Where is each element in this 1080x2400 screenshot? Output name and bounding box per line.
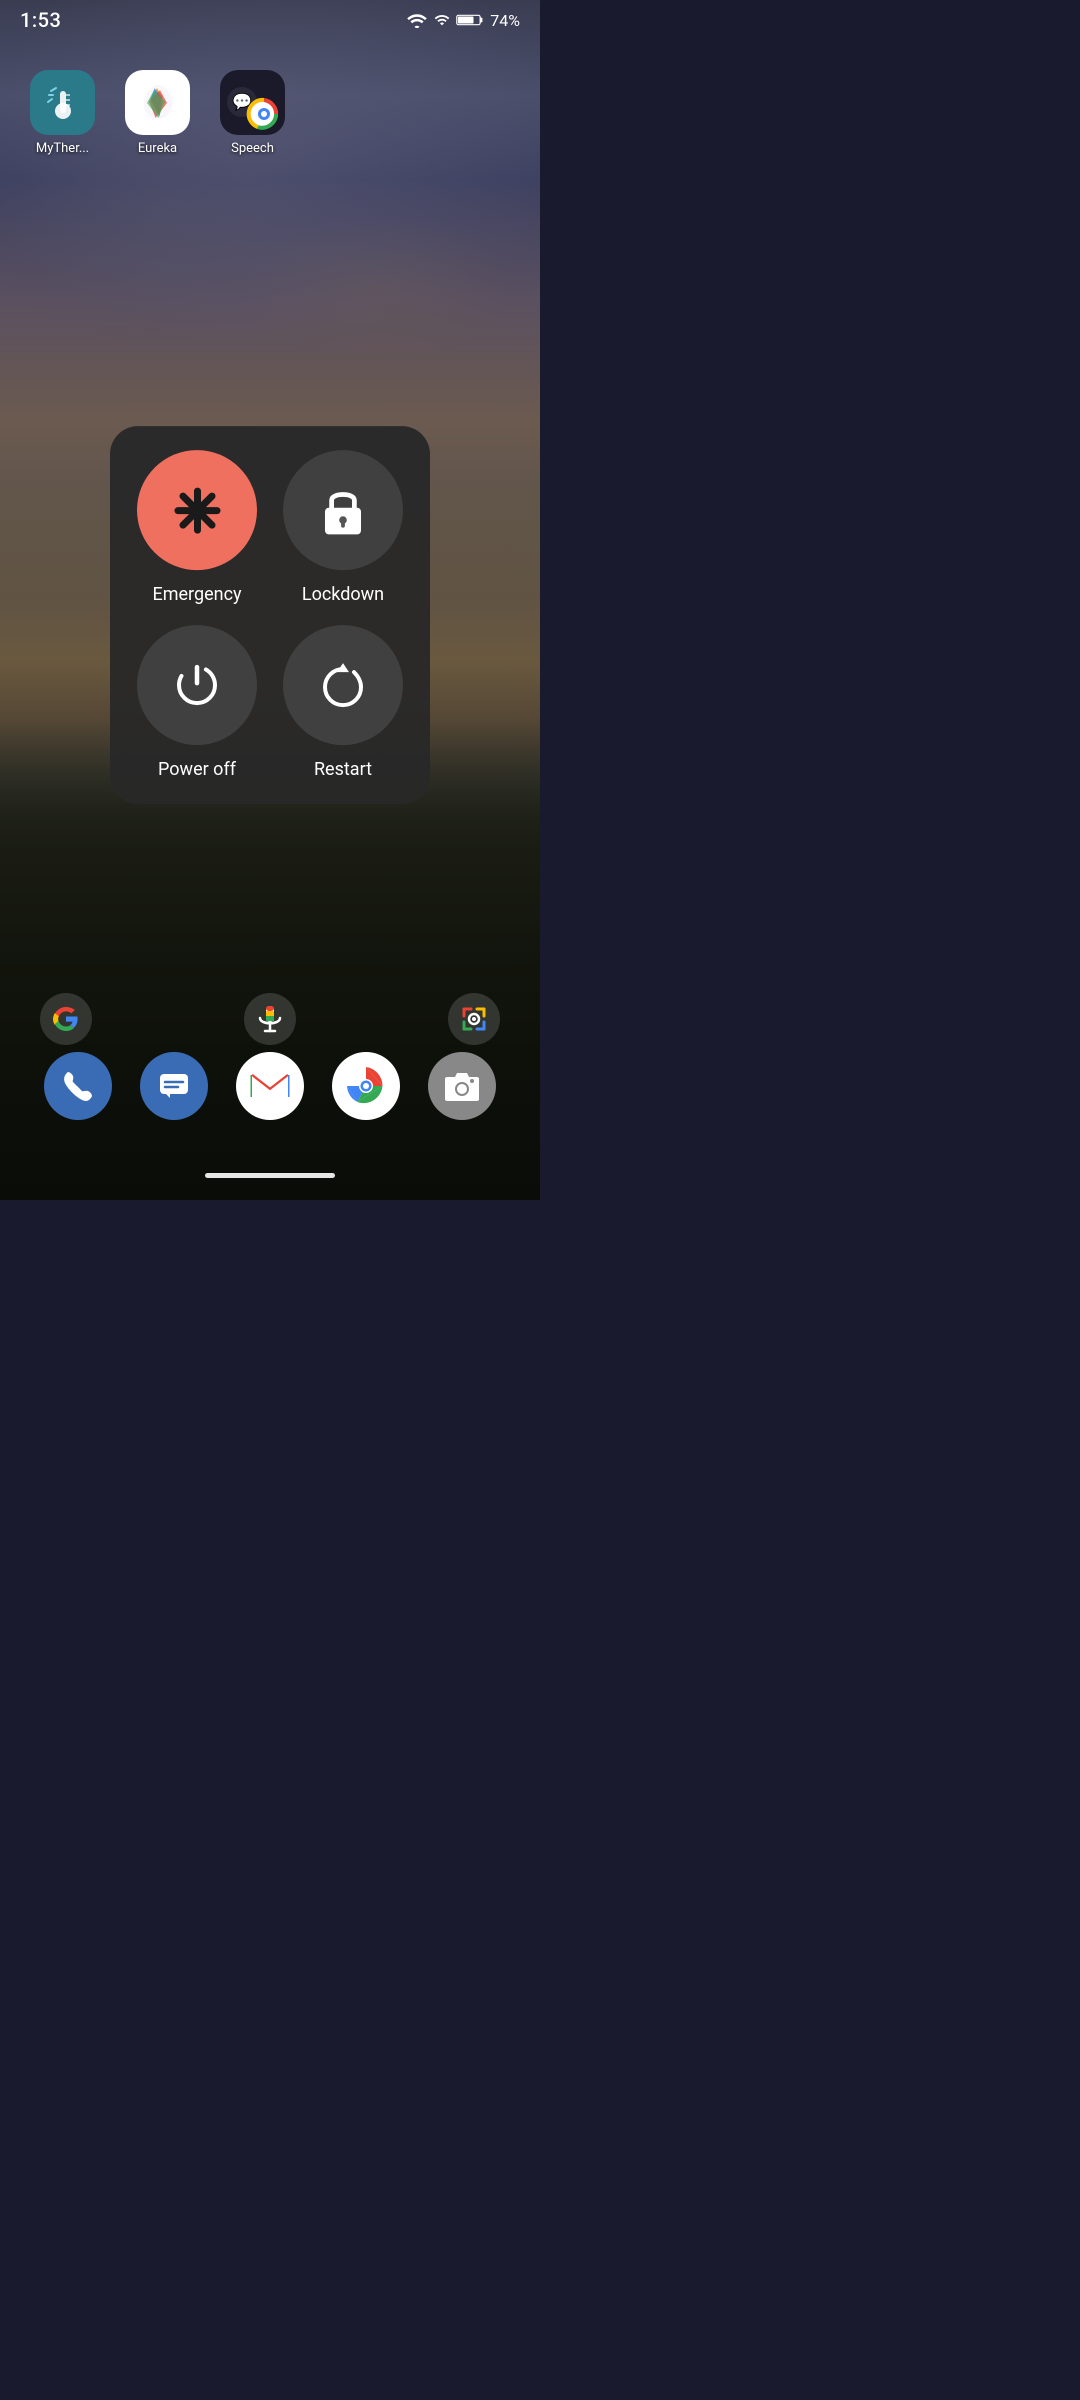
app-icon-eureka[interactable] bbox=[125, 70, 190, 135]
lens-icon bbox=[459, 1004, 489, 1034]
lockdown-button[interactable]: Lockdown bbox=[280, 450, 406, 605]
poweroff-label: Power off bbox=[158, 759, 236, 780]
mytherm-icon-svg bbox=[43, 83, 83, 123]
phone-icon bbox=[60, 1068, 96, 1104]
speech-icon-svg: 💬 bbox=[220, 70, 285, 135]
google-mic-button[interactable] bbox=[244, 993, 296, 1045]
app-icon-mytherm[interactable] bbox=[30, 70, 95, 135]
emergency-label: Emergency bbox=[152, 584, 241, 605]
app-label-mytherm: MyTher... bbox=[36, 141, 89, 156]
dock bbox=[0, 1052, 540, 1120]
lock-icon bbox=[318, 483, 368, 538]
search-bar-area bbox=[0, 993, 540, 1045]
wifi-icon bbox=[406, 12, 428, 28]
app-mytherm[interactable]: MyTher... bbox=[30, 70, 95, 156]
dock-gmail-button[interactable] bbox=[236, 1052, 304, 1120]
app-eureka[interactable]: Eureka bbox=[125, 70, 190, 156]
eureka-icon-svg bbox=[135, 80, 180, 125]
poweroff-circle[interactable] bbox=[137, 625, 257, 745]
emergency-button[interactable]: Emergency bbox=[134, 450, 260, 605]
restart-icon bbox=[317, 659, 369, 711]
google-logo-button[interactable] bbox=[40, 993, 92, 1045]
lockdown-label: Lockdown bbox=[302, 584, 384, 605]
chrome-icon bbox=[345, 1065, 387, 1107]
lockdown-circle[interactable] bbox=[283, 450, 403, 570]
app-icon-speech[interactable]: 💬 bbox=[220, 70, 285, 135]
battery-percentage: 74% bbox=[490, 11, 520, 30]
asterisk-icon bbox=[170, 483, 225, 538]
power-menu: Emergency Lockdown Power off bbox=[110, 426, 430, 804]
poweroff-button[interactable]: Power off bbox=[134, 625, 260, 780]
restart-label: Restart bbox=[314, 759, 372, 780]
status-bar: 1:53 74% bbox=[0, 0, 540, 40]
app-label-speech: Speech bbox=[231, 141, 274, 156]
mic-icon bbox=[257, 1004, 283, 1034]
power-icon bbox=[171, 659, 223, 711]
google-g-icon bbox=[52, 1005, 80, 1033]
app-label-eureka: Eureka bbox=[138, 141, 177, 156]
dock-phone-button[interactable] bbox=[44, 1052, 112, 1120]
dock-chrome-button[interactable] bbox=[332, 1052, 400, 1120]
navigation-pill bbox=[205, 1173, 335, 1178]
status-icons: 74% bbox=[406, 11, 520, 30]
home-apps: MyTher... Eureka bbox=[30, 70, 285, 156]
messages-icon bbox=[156, 1068, 192, 1104]
gmail-icon bbox=[250, 1071, 290, 1101]
signal-icon bbox=[434, 12, 450, 28]
restart-button[interactable]: Restart bbox=[280, 625, 406, 780]
status-time: 1:53 bbox=[20, 8, 61, 32]
dock-camera-button[interactable] bbox=[428, 1052, 496, 1120]
app-speech[interactable]: 💬 Speech bbox=[220, 70, 285, 156]
camera-icon bbox=[443, 1069, 481, 1103]
restart-circle[interactable] bbox=[283, 625, 403, 745]
battery-icon bbox=[456, 12, 484, 28]
google-lens-button[interactable] bbox=[448, 993, 500, 1045]
emergency-circle[interactable] bbox=[137, 450, 257, 570]
dock-messages-button[interactable] bbox=[140, 1052, 208, 1120]
